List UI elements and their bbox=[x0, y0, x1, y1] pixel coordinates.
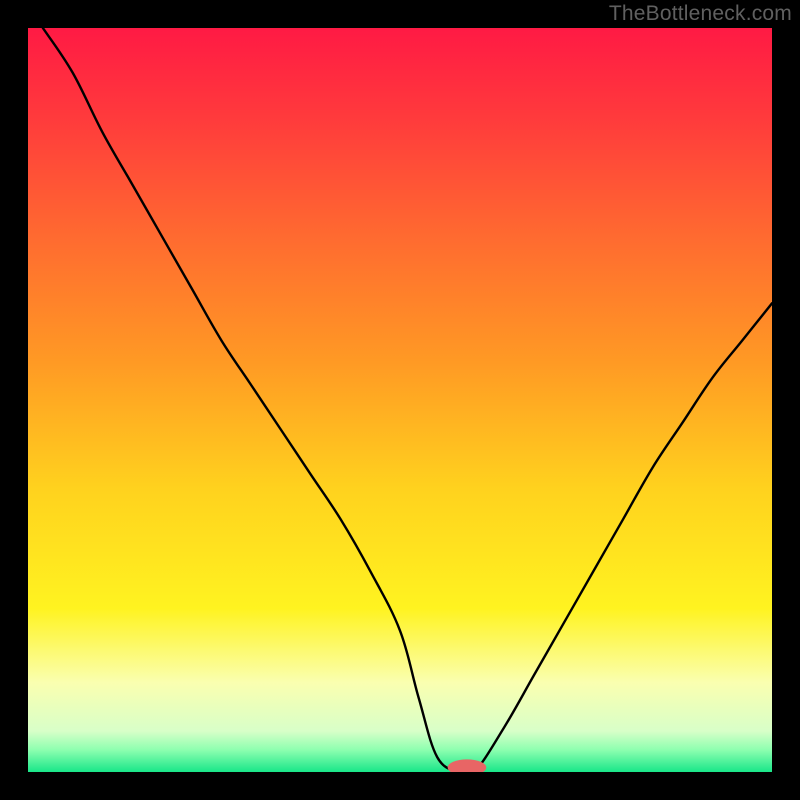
outer-frame: TheBottleneck.com bbox=[0, 0, 800, 800]
chart-plot-area bbox=[28, 28, 772, 772]
gradient-background bbox=[28, 28, 772, 772]
watermark-text: TheBottleneck.com bbox=[609, 2, 792, 26]
chart-svg bbox=[28, 28, 772, 772]
